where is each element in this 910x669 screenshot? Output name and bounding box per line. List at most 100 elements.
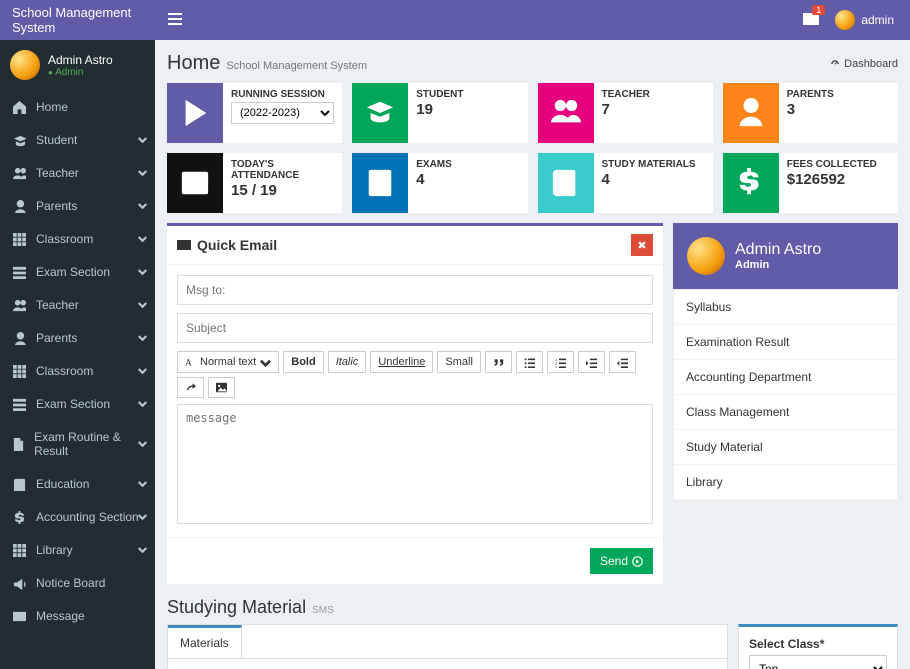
sidebar-item-student[interactable]: Student [0, 123, 155, 156]
profile-link-accounting-department[interactable]: Accounting Department [674, 360, 897, 395]
subject-input[interactable] [177, 313, 653, 343]
profile-header: Admin Astro Admin [673, 223, 898, 289]
sidebar-item-classroom[interactable]: Classroom [0, 354, 155, 387]
dollar-icon [736, 168, 766, 198]
menu-icon [10, 299, 28, 312]
study-title: Studying Material [167, 597, 306, 618]
notifications-button[interactable]: 1 [803, 11, 819, 30]
chevron-down-icon [138, 543, 147, 557]
quick-email-title: Quick Email [197, 237, 277, 253]
dashboard-icon [830, 59, 840, 69]
stat-card-parents[interactable]: PARENTS3 [723, 83, 898, 143]
menu-icon [10, 233, 28, 246]
sidebar-item-teacher[interactable]: Teacher [0, 156, 155, 189]
quick-email-box: Quick Email ✖ Normal text Bold Italic Un… [167, 223, 663, 585]
sidebar-item-library[interactable]: Library [0, 533, 155, 566]
menu-icon [10, 438, 26, 451]
chevron-down-icon [138, 166, 147, 180]
ul-button[interactable] [516, 351, 543, 373]
profile-link-library[interactable]: Library [674, 465, 897, 500]
bold-button[interactable]: Bold [283, 351, 323, 373]
font-select[interactable]: Normal text [177, 351, 279, 373]
underline-button[interactable]: Underline [370, 351, 433, 373]
play-icon [180, 98, 210, 128]
book-icon [551, 168, 581, 198]
chevron-down-icon [138, 265, 147, 279]
profile-link-examination-result[interactable]: Examination Result [674, 325, 897, 360]
menu-icon [10, 101, 28, 114]
study-subtitle: SMS [312, 605, 334, 616]
grad-icon [365, 98, 395, 128]
indent-button[interactable] [578, 351, 605, 373]
sidebar-item-notice-board[interactable]: Notice Board [0, 566, 155, 599]
profile-link-class-management[interactable]: Class Management [674, 395, 897, 430]
tab-materials[interactable]: Materials [168, 625, 242, 658]
avatar-icon [687, 237, 725, 275]
sidebar-item-parents[interactable]: Parents [0, 321, 155, 354]
menu-icon [10, 167, 28, 180]
stat-card-today-s-attendance[interactable]: TODAY'S ATTENDANCE15 / 19 [167, 153, 342, 213]
sidebar-item-home[interactable]: Home [0, 90, 155, 123]
profile-name: Admin Astro [735, 241, 821, 259]
sidebar-item-education[interactable]: Education [0, 467, 155, 500]
quote-button[interactable] [485, 351, 512, 373]
italic-button[interactable]: Italic [328, 351, 367, 373]
chevron-down-icon [138, 477, 147, 491]
redo-button[interactable] [177, 377, 204, 398]
sidebar-item-exam-routine-result[interactable]: Exam Routine & Result [0, 420, 155, 467]
app-logo[interactable]: School Management System [0, 0, 155, 40]
chevron-down-icon [138, 510, 147, 524]
user-menu[interactable]: admin [835, 10, 894, 30]
menu-icon [10, 332, 28, 345]
sidebar-role: Admin [48, 67, 113, 78]
stat-card-teacher[interactable]: TEACHER7 [538, 83, 713, 143]
chevron-down-icon [138, 437, 147, 451]
indent-icon [586, 357, 597, 368]
menu-icon [10, 398, 28, 411]
sidebar-item-classroom[interactable]: Classroom [0, 222, 155, 255]
profile-link-study-material[interactable]: Study Material [674, 430, 897, 465]
sidebar-item-exam-section[interactable]: Exam Section [0, 255, 155, 288]
outdent-icon [617, 357, 628, 368]
menu-icon [10, 544, 28, 557]
sidebar-item-teacher[interactable]: Teacher [0, 288, 155, 321]
stat-card-student[interactable]: STUDENT19 [352, 83, 527, 143]
stat-card-fees-collected[interactable]: FEES COLLECTED$126592 [723, 153, 898, 213]
stat-card-study-materials[interactable]: STUDY MATERIALS4 [538, 153, 713, 213]
sidebar-toggle[interactable] [155, 12, 195, 29]
page-title: Home [167, 52, 220, 75]
profile-role: Admin [735, 259, 821, 271]
top-username: admin [861, 13, 894, 27]
sidebar-item-parents[interactable]: Parents [0, 189, 155, 222]
avatar-icon [835, 10, 855, 30]
close-button[interactable]: ✖ [631, 234, 653, 256]
stat-card-running-session[interactable]: Running Session(2022-2023) [167, 83, 342, 143]
materials-box: Materials FileAdded ByDownloadedOption s… [167, 624, 728, 669]
list-ol-icon [555, 357, 566, 368]
stat-card-exams[interactable]: EXAMS4 [352, 153, 527, 213]
chevron-down-icon [138, 199, 147, 213]
list-ul-icon [524, 357, 535, 368]
menu-icon [10, 478, 28, 491]
msg-to-input[interactable] [177, 275, 653, 305]
class-select[interactable]: Ten [749, 655, 887, 669]
ol-button[interactable] [547, 351, 574, 373]
sidebar-item-message[interactable]: Message [0, 599, 155, 632]
message-input[interactable] [177, 404, 653, 524]
sidebar-item-exam-section[interactable]: Exam Section [0, 387, 155, 420]
cal-icon [180, 168, 210, 198]
breadcrumb[interactable]: Dashboard [830, 58, 898, 70]
small-button[interactable]: Small [437, 351, 481, 373]
filter-box: Select Class* Ten Subject Computer Scien… [738, 624, 898, 669]
session-select[interactable]: (2022-2023) [231, 102, 334, 124]
send-button[interactable]: Send [590, 548, 653, 574]
outdent-button[interactable] [609, 351, 636, 373]
chevron-down-icon [138, 331, 147, 345]
menu-icon [10, 200, 28, 213]
chevron-down-icon [138, 397, 147, 411]
sidebar-item-accounting-section[interactable]: Accounting Section [0, 500, 155, 533]
image-button[interactable] [208, 377, 235, 398]
quote-icon [493, 357, 504, 368]
font-icon [185, 357, 196, 368]
profile-link-syllabus[interactable]: Syllabus [674, 290, 897, 325]
